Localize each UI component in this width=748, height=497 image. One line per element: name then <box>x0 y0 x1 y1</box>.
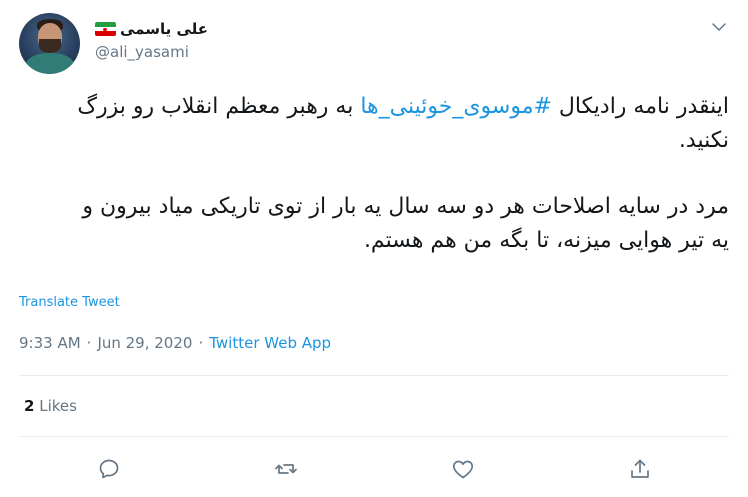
tweet-time[interactable]: 9:33 AM <box>19 334 81 352</box>
reply-button[interactable] <box>95 455 123 483</box>
likes-stat[interactable]: 2 Likes <box>24 397 77 415</box>
source-app-link[interactable]: Twitter Web App <box>209 334 331 352</box>
tweet-paragraph-2: مرد در سایه اصلاحات هر دو سه سال یه بار … <box>82 194 729 253</box>
meta-separator: · <box>198 334 204 352</box>
meta-separator: · <box>86 334 92 352</box>
translate-tweet-link[interactable]: Translate Tweet <box>19 295 120 310</box>
likes-count: 2 <box>24 397 35 415</box>
hashtag-link[interactable]: #موسوی_خوئینی_ها <box>360 94 552 119</box>
tweet-date[interactable]: Jun 29, 2020 <box>97 334 192 352</box>
avatar-beard <box>39 39 61 53</box>
divider <box>19 436 729 437</box>
tweet-text-part: اینقدر نامه رادیکال <box>551 94 729 119</box>
chevron-down-icon[interactable] <box>710 18 728 36</box>
reply-icon <box>99 459 119 479</box>
display-name[interactable]: علی یاسمی <box>120 20 208 38</box>
avatar-shirt <box>25 53 75 74</box>
like-button[interactable] <box>449 455 477 483</box>
user-handle[interactable]: @ali_yasami <box>95 43 189 61</box>
retweet-button[interactable] <box>272 455 300 483</box>
retweet-icon <box>275 464 297 474</box>
share-button[interactable] <box>626 455 654 483</box>
tweet-meta: 9:33 AM · Jun 29, 2020 · Twitter Web App <box>19 334 331 352</box>
likes-label: Likes <box>39 397 77 415</box>
tweet-paragraph-1: اینقدر نامه رادیکال #موسوی_خوئینی_ها به … <box>60 90 729 157</box>
tweet-text: اینقدر نامه رادیکال #موسوی_خوئینی_ها به … <box>60 90 729 257</box>
avatar[interactable] <box>19 13 80 74</box>
share-icon <box>631 459 649 478</box>
heart-icon <box>452 460 474 479</box>
iran-flag-icon <box>95 22 116 36</box>
divider <box>19 375 729 376</box>
user-name-row[interactable]: علی یاسمی <box>95 18 208 40</box>
